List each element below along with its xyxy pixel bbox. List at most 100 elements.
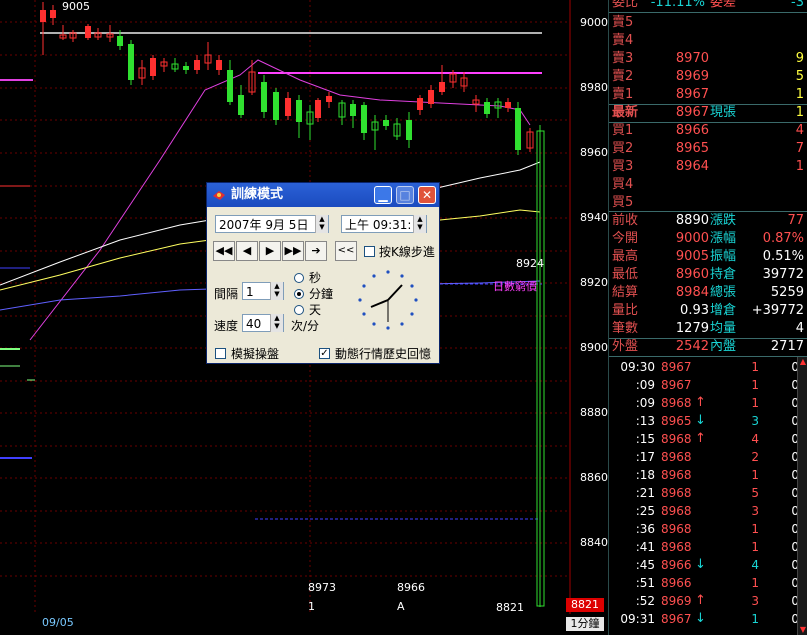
date-picker[interactable]: 2007年 9月 5日 ▲ ▼ xyxy=(215,215,329,233)
unit-sec-label: 秒 xyxy=(309,271,322,285)
stat-value: 5259 xyxy=(770,285,804,300)
fast-forward-button[interactable]: ▶▶ xyxy=(282,241,304,261)
tick-arrow-icon: ↓ xyxy=(695,611,706,626)
ask-price: 8969 xyxy=(675,69,709,84)
stats-row: 量比 0.93 增倉 +39772 xyxy=(609,302,807,320)
speed-label: 速度 xyxy=(214,319,239,333)
bid-row-5: 買5 xyxy=(609,194,807,212)
stat-value: +39772 xyxy=(751,303,804,318)
interval-input[interactable]: 1 ▲ ▼ xyxy=(242,282,284,300)
ask-label: 賣5 xyxy=(612,15,634,30)
tick-price: 8966 xyxy=(661,558,692,572)
stat-label: 今開 xyxy=(612,231,639,246)
y-tick: 8920 xyxy=(580,276,608,289)
kline-step-checkbox[interactable] xyxy=(364,246,375,257)
tick-price: 8965 xyxy=(661,414,692,428)
y-tick: 8860 xyxy=(580,471,608,484)
tick-price: 8969 xyxy=(661,594,692,608)
first-button[interactable]: ◀◀ xyxy=(213,241,235,261)
unit-sec-radio[interactable] xyxy=(294,273,304,283)
tick-volume: 1 xyxy=(751,576,759,590)
y-tick: 8960 xyxy=(580,146,608,159)
training-mode-dialog[interactable]: 訓練模式 ▁ □ ✕ 2007年 9月 5日 ▲ ▼ 上午 09:31: ▲ ▼ ◀… xyxy=(206,182,440,364)
speed-input[interactable]: 40 ▲ ▼ xyxy=(242,314,284,332)
tick-row: :09 8968 ↑ 1 0 xyxy=(609,394,807,412)
bid-label: 買3 xyxy=(612,159,634,174)
time-picker[interactable]: 上午 09:31: ▲ ▼ xyxy=(341,215,427,233)
tick-time: :18 xyxy=(635,468,655,482)
ask-row-2: 賣2 8969 5 xyxy=(609,68,807,86)
stat-value: 1279 xyxy=(675,321,709,336)
stats-row: 筆數 1279 均量 4 xyxy=(609,320,807,338)
y-tick: 8980 xyxy=(580,81,608,94)
stat-value: 0.51% xyxy=(762,249,804,264)
tick-price: 8967 xyxy=(661,378,692,392)
stat-label: 振幅 xyxy=(710,249,737,264)
prev-button[interactable]: ◀ xyxy=(236,241,258,261)
tick-price: 8968 xyxy=(661,486,692,500)
tick-time: 09:30 xyxy=(620,360,655,374)
period-button[interactable]: 1分鐘 xyxy=(566,617,604,631)
interval-value: 1 xyxy=(246,285,254,299)
tick-price: 8968 xyxy=(661,504,692,518)
outer-value: 2542 xyxy=(675,339,709,354)
legend-text: 日數窮價 xyxy=(493,280,537,293)
stat-value: 39772 xyxy=(762,267,804,282)
simulate-checkbox[interactable] xyxy=(215,348,226,359)
ask-label: 賣2 xyxy=(612,69,634,84)
tick-time: :41 xyxy=(635,540,655,554)
tick-time: :09 xyxy=(635,378,655,392)
tick-volume: 4 xyxy=(751,558,759,572)
rewind-button[interactable]: << xyxy=(335,241,357,261)
speed-spinner[interactable]: ▲ ▼ xyxy=(270,314,283,332)
tick-volume: 1 xyxy=(751,378,759,392)
unit-day-radio[interactable] xyxy=(294,305,304,315)
tick-scrollbar[interactable]: ▲ ▼ xyxy=(797,357,807,635)
tick-arrow-icon: ↑ xyxy=(695,593,706,608)
replay-checkbox[interactable]: ✓ xyxy=(319,348,330,359)
maximize-button[interactable]: □ xyxy=(396,186,414,204)
play-button[interactable]: ▶ xyxy=(259,241,281,261)
tick-volume: 3 xyxy=(751,504,759,518)
tick-change: 0 xyxy=(791,576,799,590)
order-ratio-value: -11.11% xyxy=(650,0,705,10)
stats-row: 前收 8890 漲跌 77 xyxy=(609,212,807,230)
current-vol: 1 xyxy=(795,105,804,120)
stat-value: 4 xyxy=(795,321,804,336)
stat-label: 量比 xyxy=(612,303,639,318)
order-diff-value: -3 xyxy=(791,0,804,10)
tick-price: 8968 xyxy=(661,468,692,482)
minimize-button[interactable]: ▁ xyxy=(374,186,392,204)
outer-inner-row: 外盤 2542 內盤 2717 xyxy=(609,338,807,356)
stat-label: 前收 xyxy=(612,213,639,228)
stat-value: 8984 xyxy=(675,285,709,300)
speed-value: 40 xyxy=(246,317,262,331)
ask-price: 8970 xyxy=(675,51,709,66)
tick-row: :51 8966 1 0 xyxy=(609,574,807,592)
bid-row-2: 買2 8965 7 xyxy=(609,140,807,158)
scroll-up-icon[interactable]: ▲ xyxy=(798,357,807,367)
tick-change: 0 xyxy=(791,522,799,536)
low-label-1: 8973 xyxy=(308,581,336,594)
scroll-down-icon[interactable]: ▼ xyxy=(798,625,807,635)
tick-row: :13 8965 ↓ 3 0 xyxy=(609,412,807,430)
close-button[interactable]: ✕ xyxy=(418,186,436,204)
date-spinner[interactable]: ▲ ▼ xyxy=(315,215,328,233)
tick-price: 8968 xyxy=(661,432,692,446)
tick-volume: 5 xyxy=(751,486,759,500)
latest-price: 8967 xyxy=(675,105,709,120)
unit-min-radio[interactable] xyxy=(294,289,304,299)
tick-time: :51 xyxy=(635,576,655,590)
low-label-2: 8966 xyxy=(397,581,425,594)
price-label-8924: 8924 xyxy=(516,257,544,270)
bid-row-4: 買4 xyxy=(609,176,807,194)
dialog-titlebar[interactable]: 訓練模式 ▁ □ ✕ xyxy=(207,183,439,207)
last-button[interactable]: ➔ xyxy=(305,241,327,261)
tick-row: 09:30 8967 1 0 xyxy=(609,358,807,376)
time-spinner[interactable]: ▲ ▼ xyxy=(413,215,426,233)
bid-volume: 4 xyxy=(795,123,804,138)
interval-spinner[interactable]: ▲ ▼ xyxy=(270,282,283,300)
stat-value: 0.93 xyxy=(680,303,709,318)
tick-row: :15 8968 ↑ 4 0 xyxy=(609,430,807,448)
bid-row-1: 買1 8966 4 xyxy=(609,122,807,140)
